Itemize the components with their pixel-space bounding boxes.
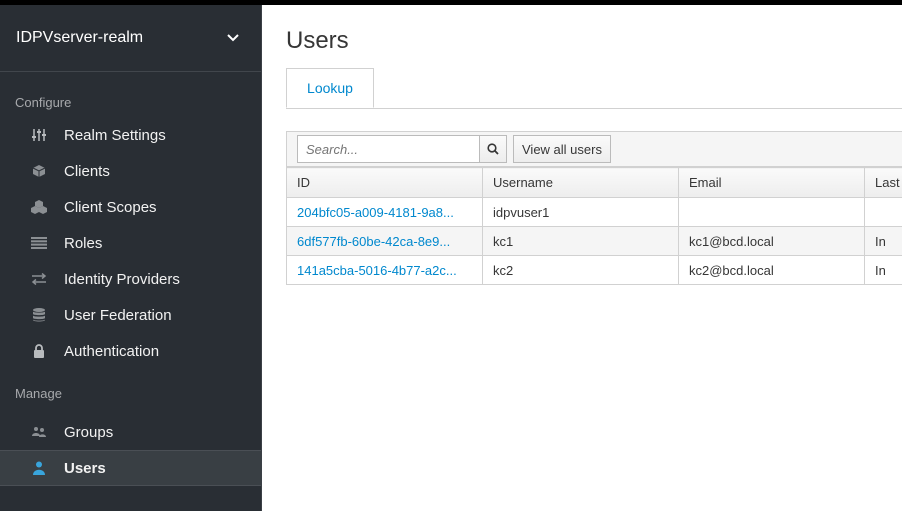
- cubes-icon: [30, 198, 48, 216]
- cell-username: kc2: [482, 255, 679, 285]
- users-icon: [30, 423, 48, 441]
- search-input[interactable]: [297, 135, 480, 163]
- column-header-username[interactable]: Username: [482, 167, 679, 198]
- search-icon: [487, 143, 499, 155]
- table-toolbar: View all users: [286, 131, 902, 167]
- section-title-manage: Manage: [15, 386, 62, 401]
- user-id-link[interactable]: 141a5cba-5016-4b77-a2c...: [297, 263, 457, 278]
- sidebar-item-label: Groups: [64, 423, 114, 441]
- view-all-users-button[interactable]: View all users: [513, 135, 611, 163]
- tab-bar: Lookup: [286, 68, 902, 109]
- sliders-icon: [30, 126, 48, 144]
- table-header-row: ID Username Email Last Name: [286, 167, 902, 198]
- table-row: 6df577fb-60be-42ca-8e9... kc1 kc1@bcd.lo…: [286, 226, 902, 256]
- lock-icon: [30, 342, 48, 360]
- table-row: 204bfc05-a009-4181-9a8... idpvuser1: [286, 197, 902, 227]
- column-header-id[interactable]: ID: [286, 167, 483, 198]
- sidebar-item-authentication[interactable]: Authentication: [0, 333, 261, 369]
- users-table: ID Username Email Last Name 204bfc05-a00…: [286, 167, 902, 285]
- sidebar-item-clients[interactable]: Clients: [0, 153, 261, 189]
- cell-id: 204bfc05-a009-4181-9a8...: [286, 197, 483, 227]
- cell-email: kc1@bcd.local: [678, 226, 865, 256]
- realm-name: IDPVserver-realm: [16, 29, 144, 46]
- user-icon: [30, 459, 48, 477]
- sidebar-item-groups[interactable]: Groups: [0, 414, 261, 450]
- sidebar-item-label: Roles: [64, 234, 103, 252]
- sidebar-item-identity-providers[interactable]: Identity Providers: [0, 261, 261, 297]
- cell-id: 141a5cba-5016-4b77-a2c...: [286, 255, 483, 285]
- sidebar-item-client-scopes[interactable]: Client Scopes: [0, 189, 261, 225]
- column-header-last-name[interactable]: Last Name: [864, 167, 902, 198]
- exchange-icon: [30, 270, 48, 288]
- database-icon: [30, 306, 48, 324]
- cell-username: idpvuser1: [482, 197, 679, 227]
- sidebar-item-label: Identity Providers: [64, 270, 180, 288]
- cell-email: kc2@bcd.local: [678, 255, 865, 285]
- cell-last-name: [864, 197, 902, 227]
- chevron-down-icon: [227, 32, 239, 44]
- realm-selector[interactable]: IDPVserver-realm: [0, 5, 261, 72]
- sidebar-item-label: User Federation: [64, 306, 172, 324]
- sidebar-item-label: Client Scopes: [64, 198, 157, 216]
- cell-id: 6df577fb-60be-42ca-8e9...: [286, 226, 483, 256]
- sidebar-item-label: Clients: [64, 162, 110, 180]
- cell-last-name: In: [864, 226, 902, 256]
- tab-lookup[interactable]: Lookup: [286, 68, 374, 108]
- sidebar-item-users[interactable]: Users: [0, 450, 261, 486]
- cell-email: [678, 197, 865, 227]
- sidebar-item-user-federation[interactable]: User Federation: [0, 297, 261, 333]
- cell-last-name: In: [864, 255, 902, 285]
- sidebar: IDPVserver-realm Configure Realm Setting…: [0, 5, 262, 511]
- column-header-email[interactable]: Email: [678, 167, 865, 198]
- cell-username: kc1: [482, 226, 679, 256]
- list-icon: [30, 234, 48, 252]
- section-title-configure: Configure: [15, 95, 72, 110]
- user-id-link[interactable]: 6df577fb-60be-42ca-8e9...: [297, 234, 450, 249]
- user-id-link[interactable]: 204bfc05-a009-4181-9a8...: [297, 205, 454, 220]
- users-table-container: View all users ID Username Email Last Na…: [286, 131, 902, 285]
- sidebar-item-label: Authentication: [64, 342, 160, 360]
- sidebar-item-label: Users: [64, 459, 106, 477]
- table-row: 141a5cba-5016-4b77-a2c... kc2 kc2@bcd.lo…: [286, 255, 902, 285]
- cube-icon: [30, 162, 48, 180]
- sidebar-item-roles[interactable]: Roles: [0, 225, 261, 261]
- main-content: Users Lookup View all users ID Username …: [262, 5, 902, 511]
- sidebar-item-realm-settings[interactable]: Realm Settings: [0, 117, 261, 153]
- sidebar-item-label: Realm Settings: [64, 126, 166, 144]
- page-title: Users: [286, 27, 349, 54]
- search-button[interactable]: [479, 135, 507, 163]
